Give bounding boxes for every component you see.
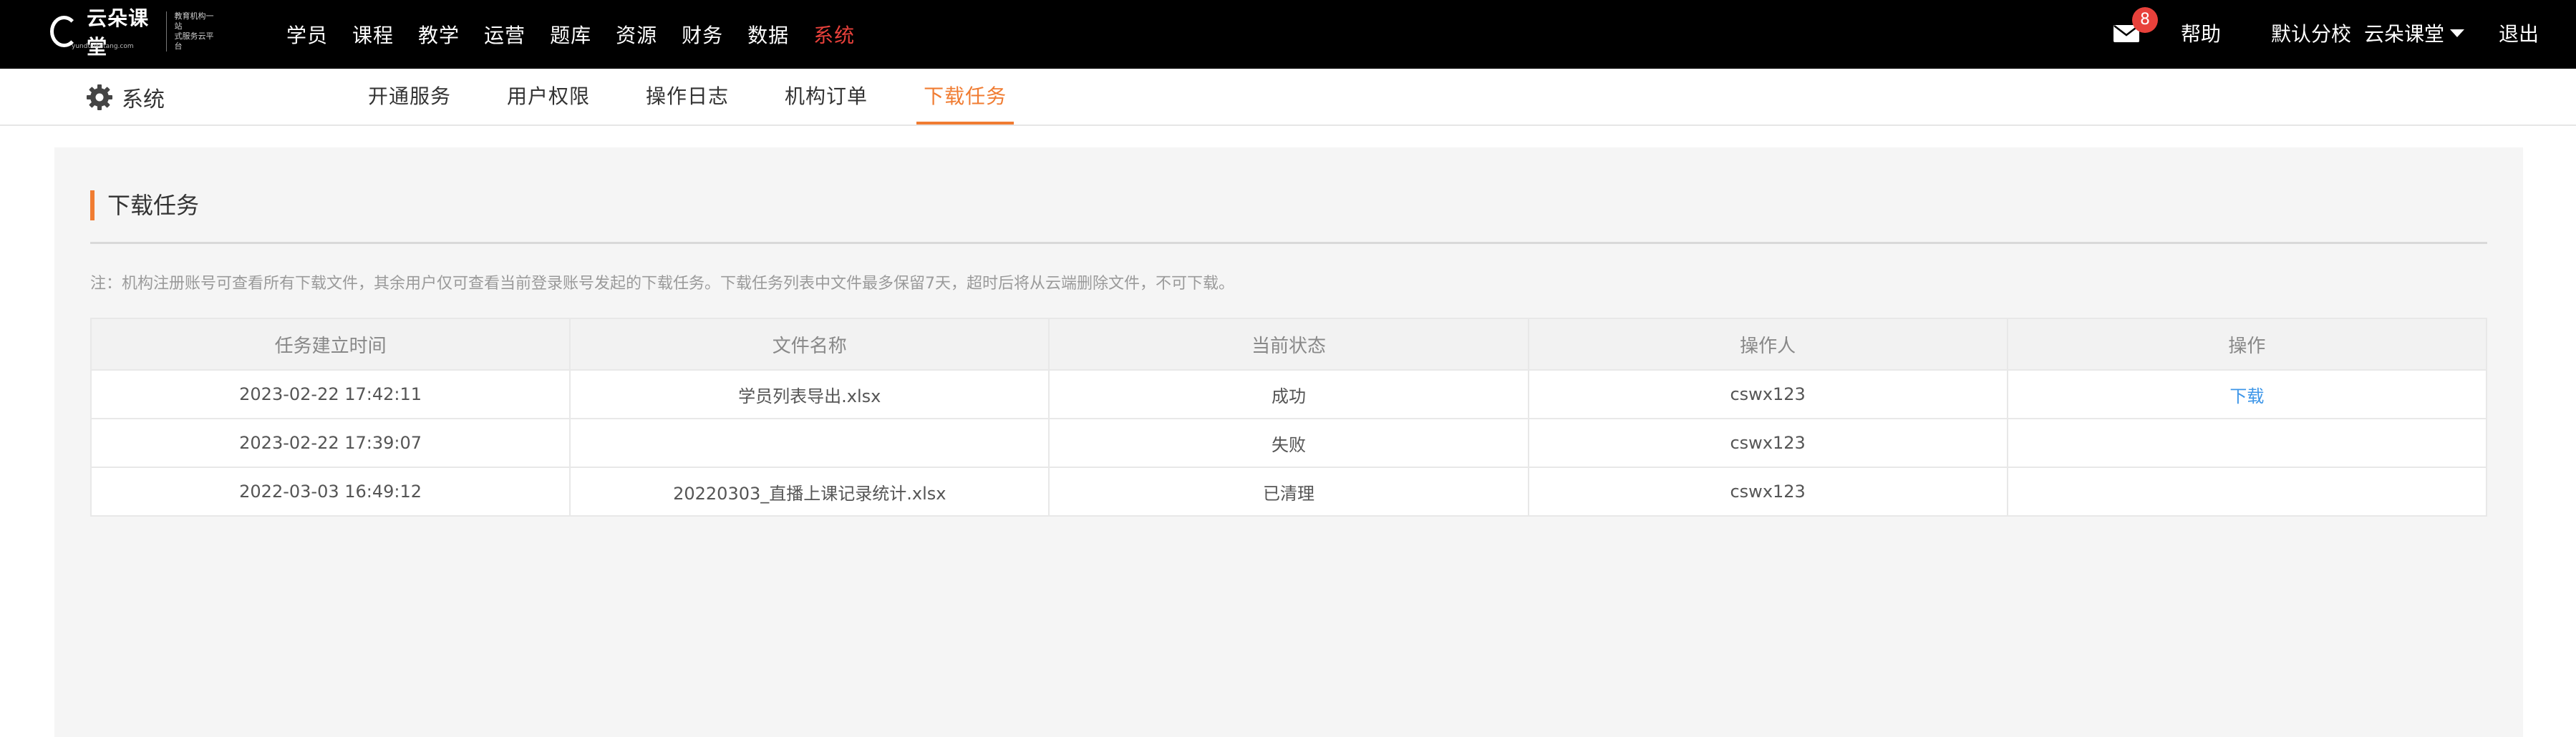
cell-action	[2006, 418, 2488, 468]
download-link[interactable]: 下载	[2229, 386, 2264, 406]
gear-icon	[87, 84, 112, 110]
topnav-item-finance[interactable]: 财务	[682, 20, 723, 49]
caret-down-icon	[2450, 29, 2465, 37]
topnav-item-system[interactable]: 系统	[813, 20, 855, 49]
cell-operator: cswx123	[1527, 369, 2008, 419]
topnav-item-question-bank[interactable]: 题库	[550, 20, 591, 49]
school-selector[interactable]: 默认分校	[2271, 19, 2351, 47]
brand-tagline-line2: 式服务云平台	[174, 31, 214, 51]
topnav-item-operations[interactable]: 运营	[484, 20, 526, 49]
topnav-item-courses[interactable]: 课程	[352, 20, 394, 49]
cell-time: 2023-02-22 17:42:11	[89, 369, 571, 419]
top-bar: 云朵课堂 教育机构一站 式服务云平台 yunduoketang.com 学员 课…	[0, 0, 2576, 69]
org-dropdown[interactable]: 云朵课堂	[2364, 19, 2465, 47]
cell-status: 成功	[1048, 369, 1529, 419]
main-panel: 下载任务 注：机构注册账号可查看所有下载文件，其余用户仅可查看当前登录账号发起的…	[54, 147, 2523, 737]
brand-domain: yunduoketang.com	[72, 43, 134, 50]
cell-file: 学员列表导出.xlsx	[569, 369, 1050, 419]
brand-logo[interactable]: 云朵课堂 教育机构一站 式服务云平台 yunduoketang.com	[50, 6, 215, 59]
cell-time: 2023-02-22 17:39:07	[89, 418, 571, 468]
tab-download-tasks[interactable]: 下载任务	[916, 69, 1015, 125]
table-header-row: 任务建立时间 文件名称 当前状态 操作人 操作	[89, 318, 2488, 371]
tab-user-permissions[interactable]: 用户权限	[507, 69, 590, 125]
table-row: 2023-02-22 17:42:11 学员列表导出.xlsx 成功 cswx1…	[89, 369, 2488, 419]
mail-count-badge: 8	[2132, 7, 2158, 33]
tab-org-orders[interactable]: 机构订单	[785, 69, 868, 125]
top-nav: 学员 课程 教学 运营 题库 资源 财务 数据 系统	[286, 0, 879, 69]
table-row: 2022-03-03 16:49:12 20220303_直播上课记录统计.xl…	[89, 467, 2488, 517]
column-header-status: 当前状态	[1048, 318, 1529, 371]
column-header-operator: 操作人	[1527, 318, 2008, 371]
cell-time: 2022-03-03 16:49:12	[89, 467, 571, 517]
column-header-time: 任务建立时间	[89, 318, 571, 371]
cell-status: 失败	[1048, 418, 1529, 468]
tab-open-services[interactable]: 开通服务	[368, 69, 451, 125]
page-title: 下载任务	[90, 190, 199, 220]
topnav-item-students[interactable]: 学员	[286, 20, 328, 49]
notice-text: 注：机构注册账号可查看所有下载文件，其余用户仅可查看当前登录账号发起的下载任务。…	[90, 275, 1235, 293]
sub-nav-bar: 系统 开通服务 用户权限 操作日志 机构订单 下载任务	[0, 69, 2576, 126]
tab-operation-log[interactable]: 操作日志	[646, 69, 729, 125]
topnav-item-resources[interactable]: 资源	[616, 20, 657, 49]
column-header-action: 操作	[2006, 318, 2488, 371]
section-title: 系统	[84, 82, 165, 113]
download-tasks-table: 任务建立时间 文件名称 当前状态 操作人 操作 2023-02-22 17:42…	[89, 318, 2488, 517]
brand-tagline: 教育机构一站 式服务云平台	[166, 11, 215, 52]
cell-operator: cswx123	[1527, 418, 2008, 468]
cell-action: 下载	[2006, 369, 2488, 419]
cell-file	[569, 418, 1050, 468]
brand-tagline-line1: 教育机构一站	[174, 11, 214, 31]
topnav-item-teaching[interactable]: 教学	[418, 20, 460, 49]
logout-link[interactable]: 退出	[2499, 19, 2539, 47]
cell-action	[2006, 467, 2488, 517]
column-header-file: 文件名称	[569, 318, 1050, 371]
section-label: 系统	[122, 87, 165, 112]
cell-file: 20220303_直播上课记录统计.xlsx	[569, 467, 1050, 517]
topnav-item-data[interactable]: 数据	[747, 20, 789, 49]
brand-name: 云朵课堂	[87, 6, 150, 59]
cell-status: 已清理	[1048, 467, 1529, 517]
help-link[interactable]: 帮助	[2181, 19, 2221, 47]
org-name: 云朵课堂	[2364, 22, 2445, 46]
cell-operator: cswx123	[1527, 467, 2008, 517]
table-row: 2023-02-22 17:39:07 失败 cswx123	[89, 418, 2488, 468]
sub-nav-tabs: 开通服务 用户权限 操作日志 机构订单 下载任务	[368, 69, 1062, 125]
title-divider	[90, 242, 2487, 244]
